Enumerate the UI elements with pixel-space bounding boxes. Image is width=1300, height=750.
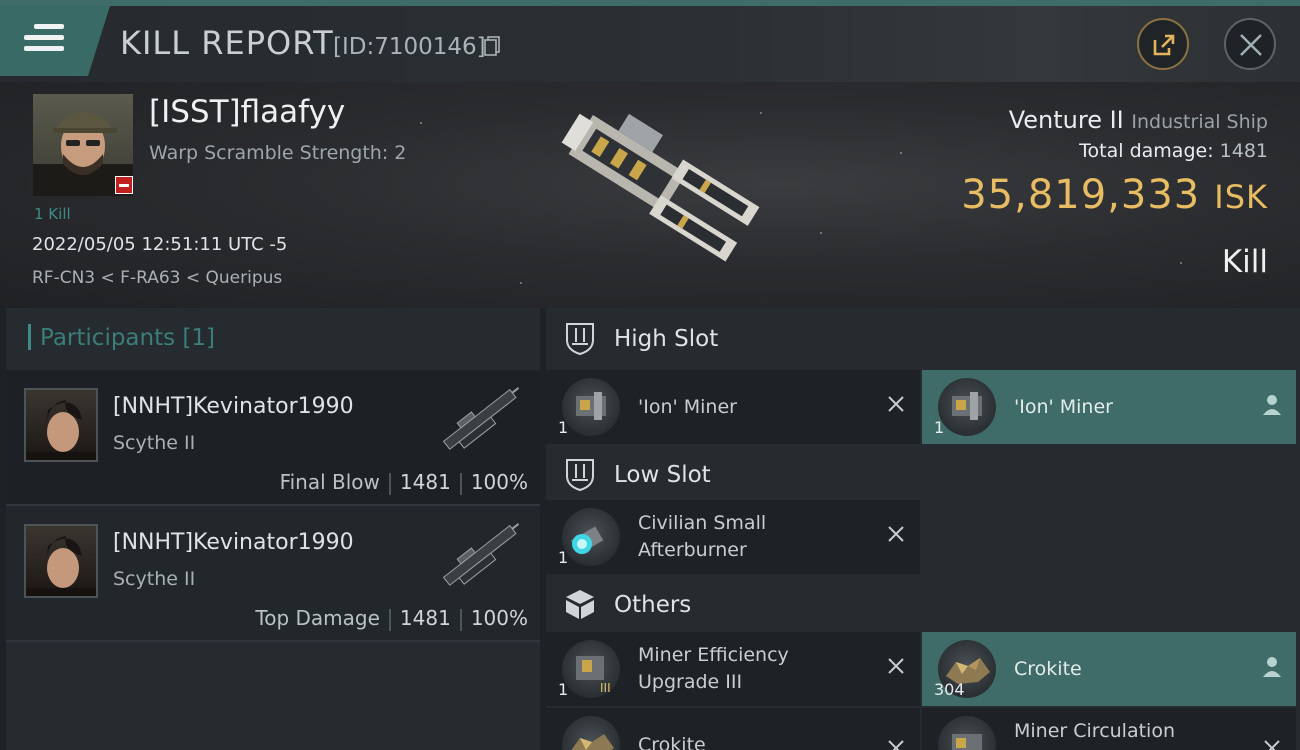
ore-icon (562, 716, 620, 750)
isk-value: 35,819,333 ISK (961, 172, 1268, 218)
item-quantity: 304 (934, 680, 965, 699)
standing-badge (115, 176, 133, 194)
page-title: KILL REPORT (120, 24, 334, 62)
item-quantity: 1 (934, 418, 945, 437)
weapon-image (442, 387, 520, 450)
participant-ship: Scythe II (113, 568, 196, 590)
participants-panel: Participants [1] [NNHT]Kevinator1990 Scy… (6, 308, 540, 750)
others-header: Others (546, 574, 1300, 636)
module-icon (938, 716, 996, 750)
fitting-item[interactable]: 304 Crokite (922, 632, 1296, 706)
participants-header: Participants [1] (6, 308, 540, 370)
close-button[interactable] (1224, 18, 1276, 70)
destroyed-x-icon (1264, 740, 1280, 750)
item-name: Miner Circulation (1014, 720, 1175, 742)
participant-damage: 1481 (399, 470, 451, 494)
item-name: Crokite (638, 734, 706, 750)
warp-scramble-strength: Warp Scramble Strength: 2 (149, 142, 407, 164)
participant-ship: Scythe II (113, 432, 196, 454)
item-name: 'Ion' Miner (1014, 396, 1113, 418)
high-slot-icon (566, 323, 594, 356)
close-icon (1240, 34, 1262, 56)
participant-name[interactable]: [NNHT]Kevinator1990 (113, 394, 354, 419)
item-name: Crokite (1014, 658, 1082, 680)
participant-percent: 100% (470, 606, 528, 630)
destroyed-x-icon (888, 526, 904, 542)
fitting-item[interactable]: Miner Circulation (922, 708, 1296, 750)
ship-image (561, 113, 760, 262)
fittings-panel: High Slot 1 'Ion' Miner 1 'Ion' Miner Lo… (546, 308, 1300, 750)
kill-result: Kill (1221, 244, 1268, 280)
participant-avatar[interactable] (24, 388, 98, 462)
destroyed-x-icon (888, 396, 904, 412)
item-quantity: 1 (558, 418, 569, 437)
copy-icon[interactable] (484, 36, 500, 56)
participant-damage: 1481 (399, 606, 451, 630)
share-icon (1153, 34, 1175, 56)
participants-count: [1] (182, 325, 216, 351)
report-id: [ID:7100146] (333, 34, 486, 60)
low-slot-title: Low Slot (614, 462, 711, 488)
item-name: 'Ion' Miner (638, 396, 737, 418)
ship-class: Industrial Ship (1131, 111, 1268, 133)
low-slot-icon (566, 459, 594, 492)
participant-stats: Top Damage 1481 100% (255, 606, 528, 631)
fitting-item[interactable]: 1 'Ion' Miner (922, 370, 1296, 444)
hamburger-icon (24, 24, 64, 54)
victim-summary: [ISST]flaafyy Warp Scramble Strength: 2 … (0, 82, 1300, 308)
menu-button[interactable] (0, 6, 110, 76)
isk-unit: ISK (1214, 178, 1268, 216)
participant-avatar[interactable] (24, 524, 98, 598)
low-slot-header: Low Slot (546, 444, 1300, 506)
kill-count[interactable]: 1 Kill (34, 205, 71, 223)
share-button[interactable] (1137, 18, 1189, 70)
ship-name[interactable]: Venture II Industrial Ship (1009, 106, 1268, 134)
participant-stats: Final Blow 1481 100% (280, 470, 528, 495)
item-quantity: 1 (558, 548, 569, 567)
fitting-item[interactable]: 1 'Ion' Miner (546, 370, 920, 444)
participant-percent: 100% (470, 470, 528, 494)
item-quantity: 1 (558, 680, 569, 699)
fitting-item[interactable]: 1 Civilian Small Afterburner (546, 500, 920, 574)
participant-role: Top Damage (255, 606, 380, 630)
miner-module-icon (938, 378, 996, 436)
item-name: Miner Efficiency Upgrade III (638, 644, 789, 693)
person-icon (1263, 395, 1281, 415)
high-slot-header: High Slot (546, 308, 1300, 370)
svg-text:III: III (600, 681, 611, 695)
upgrade-module-icon: III (562, 640, 620, 698)
participant-name[interactable]: [NNHT]Kevinator1990 (113, 530, 354, 555)
destroyed-x-icon (888, 740, 904, 750)
victim-name[interactable]: [ISST]flaafyy (149, 94, 345, 130)
weapon-image (442, 523, 520, 586)
participant-row[interactable]: [NNHT]Kevinator1990 Scythe II Top Damage… (6, 506, 540, 642)
total-damage: Total damage: 1481 (1079, 140, 1268, 162)
item-name: Civilian Small Afterburner (638, 512, 767, 561)
participant-role: Final Blow (279, 470, 380, 494)
afterburner-icon (562, 508, 620, 566)
high-slot-title: High Slot (614, 326, 719, 352)
others-title: Others (614, 592, 692, 618)
fitting-item[interactable]: III 1 Miner Efficiency Upgrade III (546, 632, 920, 706)
fitting-item[interactable]: Crokite (546, 708, 920, 750)
miner-module-icon (562, 378, 620, 436)
kill-datetime: 2022/05/05 12:51:11 UTC -5 (32, 234, 288, 255)
person-icon (1263, 657, 1281, 677)
participants-label: Participants (40, 325, 176, 351)
cargo-box-icon (566, 590, 594, 619)
header-bar: KILL REPORT [ID:7100146] (0, 6, 1300, 82)
destroyed-x-icon (888, 658, 904, 674)
kill-location[interactable]: RF-CN3 < F-RA63 < Queripus (32, 268, 282, 288)
participant-row[interactable]: [NNHT]Kevinator1990 Scythe II Final Blow… (6, 370, 540, 506)
